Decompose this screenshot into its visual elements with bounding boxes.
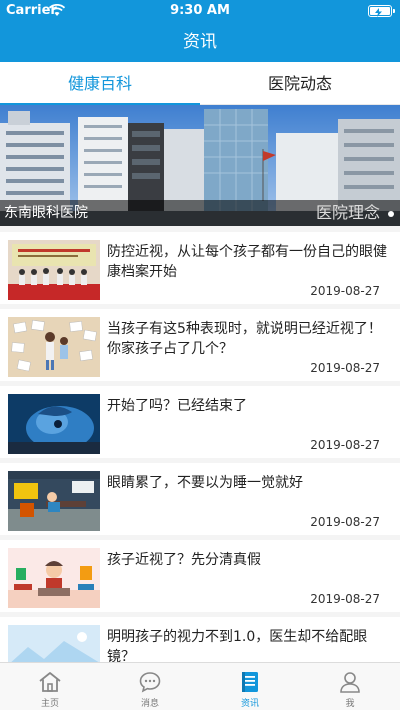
article-title: 防控近视，从让每个孩子都有一份自己的眼健康档案开始 [107, 244, 387, 280]
carousel-page-indicator[interactable] [388, 211, 394, 217]
banner-caption: 东南眼科医院 [4, 205, 88, 221]
bottom-tab-bar: 主页 消息 资讯 我 [0, 662, 400, 710]
article-item[interactable]: 防控近视，从让每个孩子都有一份自己的眼健康档案开始 2019-08-27 [0, 232, 400, 304]
tab-health-encyclopedia[interactable]: 健康百科 [0, 62, 200, 105]
article-date: 2019-08-27 [310, 361, 380, 375]
banner-carousel[interactable]: 东南眼科医院 医院理念 [0, 105, 400, 226]
tabbar-label: 主页 [40, 699, 59, 709]
article-item[interactable]: 开始了吗？已经结束了 2019-08-27 [0, 386, 400, 458]
banner-watermark: 医院理念 [315, 203, 380, 222]
article-title: 眼睛累了，不要以为睡一觉就好 [107, 475, 303, 491]
status-time: 9:30 AM [170, 3, 230, 18]
article-thumbnail [8, 394, 100, 454]
tabbar-label: 消息 [140, 699, 159, 709]
tabbar-label: 资讯 [240, 699, 259, 709]
article-list: 防控近视，从让每个孩子都有一份自己的眼健康档案开始 2019-08-27 当孩子… [0, 226, 400, 662]
tab-label: 健康百科 [67, 74, 132, 93]
battery-icon [368, 5, 395, 17]
article-date: 2019-08-27 [310, 515, 380, 529]
page-title: 资讯 [183, 32, 217, 52]
article-thumbnail [8, 240, 100, 300]
article-title: 孩子近视了？先分清真假 [107, 552, 261, 568]
tabbar-item-news[interactable]: 资讯 [200, 663, 300, 710]
tabbar-item-home[interactable]: 主页 [0, 663, 100, 710]
article-title: 明明孩子的视力不到1.0，医生却不给配眼镜？ [107, 629, 368, 662]
tabbar-item-messages[interactable]: 消息 [100, 663, 200, 710]
home-icon [39, 672, 61, 692]
tab-hospital-news[interactable]: 医院动态 [200, 62, 400, 105]
news-icon [242, 672, 258, 692]
article-title: 当孩子有这5种表现时，就说明已经近视了！你家孩子占了几个？ [107, 321, 382, 357]
tab-label: 医院动态 [267, 74, 332, 93]
article-thumbnail [8, 548, 100, 608]
article-item[interactable]: 孩子近视了？先分清真假 2019-08-27 [0, 540, 400, 612]
profile-icon [340, 672, 360, 693]
article-thumbnail [8, 471, 100, 531]
message-icon [139, 672, 161, 693]
article-item[interactable]: 明明孩子的视力不到1.0，医生却不给配眼镜？ [0, 617, 400, 662]
article-date: 2019-08-27 [310, 284, 380, 298]
nav-bar: 资讯 [0, 22, 400, 62]
status-bar: Carrier 9:30 AM [0, 0, 400, 22]
article-thumbnail [8, 625, 100, 662]
article-date: 2019-08-27 [310, 592, 380, 606]
article-thumbnail [8, 317, 100, 377]
article-title: 开始了吗？已经结束了 [107, 398, 247, 414]
tabbar-label: 我 [345, 699, 355, 709]
article-item[interactable]: 当孩子有这5种表现时，就说明已经近视了！你家孩子占了几个？ 2019-08-27 [0, 309, 400, 381]
tabbar-item-profile[interactable]: 我 [300, 663, 400, 710]
article-item[interactable]: 眼睛累了，不要以为睡一觉就好 2019-08-27 [0, 463, 400, 535]
article-date: 2019-08-27 [310, 438, 380, 452]
segment-tabs: 健康百科 医院动态 [0, 62, 400, 105]
